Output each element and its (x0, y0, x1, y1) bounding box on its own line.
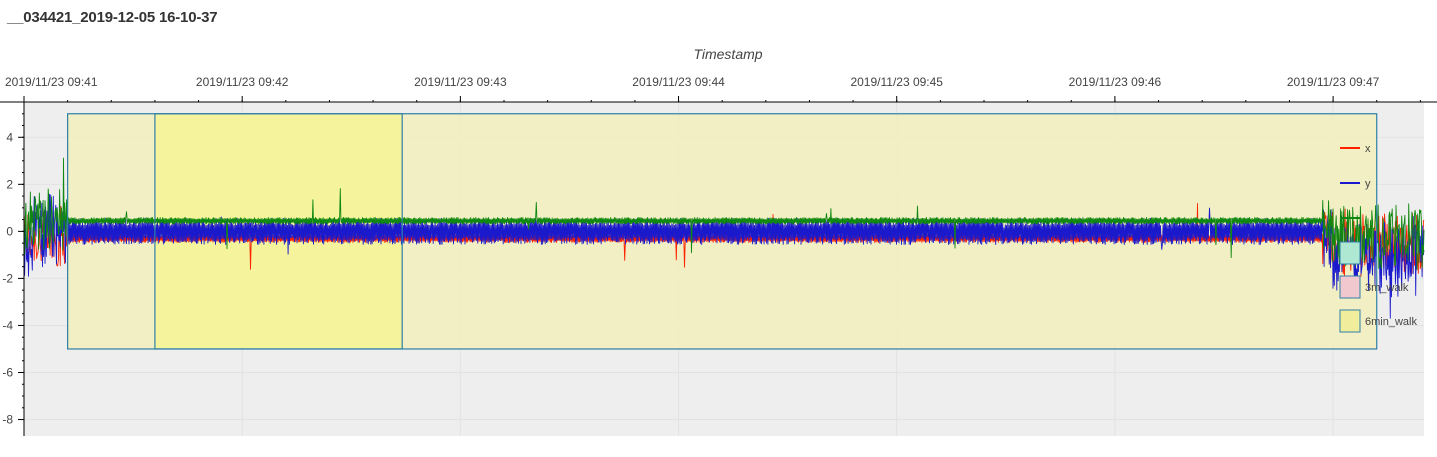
y-tick-label: 4 (6, 130, 13, 144)
y-tick-label: -8 (2, 413, 13, 427)
x-axis-label: Timestamp (693, 46, 762, 62)
x-tick-label: 2019/11/23 09:45 (850, 75, 943, 89)
y-tick-label: -6 (2, 365, 13, 379)
x-tick-label: 2019/11/23 09:44 (632, 75, 725, 89)
legend-label: y (1365, 178, 1371, 190)
legend-label: 6min_walk (1365, 316, 1417, 328)
x-tick-label: 2019/11/23 09:43 (414, 75, 507, 89)
legend-label: x (1365, 143, 1371, 155)
y-tick-label: 0 (6, 224, 13, 238)
legend-swatch-box (1339, 309, 1361, 333)
y-tick-label: -4 (2, 318, 13, 332)
x-tick-label: 2019/11/23 09:47 (1287, 75, 1380, 89)
chart: Timestamp 2019/11/23 09:41 2019/11/23 09:… (0, 46, 1437, 436)
legend-swatch-box (1339, 275, 1361, 299)
legend-swatch-box (1339, 241, 1361, 265)
x-tick-label: 2019/11/23 09:42 (196, 75, 289, 89)
x-tick-label: 2019/11/23 09:41 (5, 75, 98, 89)
x-tick-label: 2019/11/23 09:46 (1069, 75, 1162, 89)
y-tick-label: 2 (6, 177, 13, 191)
legend-label: 3m_walk (1365, 282, 1409, 294)
y-tick-label: -2 (2, 271, 13, 285)
